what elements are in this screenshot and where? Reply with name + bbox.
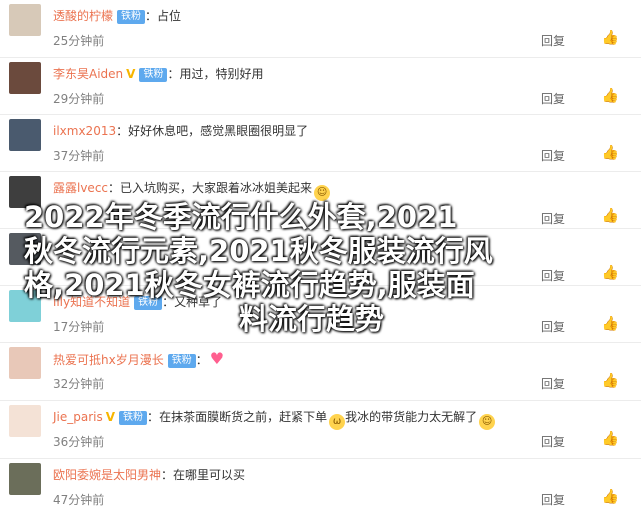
thumbs-up-icon[interactable]: 👍 [602, 489, 619, 505]
comment-row: 热爱可抵hx岁月漫长 铁粉： ♥ 32分钟前 回复 👍 [0, 343, 641, 401]
comment-row: 李东昊Aiden V 铁粉 ：用过，特别好用 29分钟前 回复 👍 [0, 58, 641, 115]
verified-v-icon: V [105, 410, 116, 424]
username[interactable]: lily知道不知道 [53, 295, 130, 309]
fan-badge: 铁粉 [167, 354, 196, 368]
thumbs-up-icon[interactable]: 👍 [602, 316, 619, 332]
username[interactable]: 透酸的柠檬 [53, 9, 113, 23]
comment-text: 好好休息吧，感觉黑眼圈很明显了 [128, 124, 309, 138]
fan-badge: 铁粉 [119, 411, 148, 425]
comment-text: 又种草了 [174, 295, 223, 309]
reply-button[interactable]: 回复 [541, 491, 565, 508]
reply-button[interactable]: 回复 [541, 433, 565, 450]
username[interactable]: 欧阳委婉是太阳男神 [53, 468, 161, 482]
comment-time: 32分钟前 [53, 377, 105, 391]
avatar[interactable] [9, 119, 41, 151]
comment-time: 36分钟前 [53, 435, 105, 449]
avatar[interactable] [9, 405, 41, 437]
comment-time: 37分钟前 [53, 149, 105, 163]
comment-row: Jie_paris V 铁粉 ：在抹茶面膜断货之前，赶紧下单 ω 我冰的带货能力太无解了 ☺… [0, 401, 641, 459]
fan-badge: 铁粉 [134, 296, 163, 310]
username[interactable]: 露露lvecc [53, 181, 108, 195]
avatar[interactable] [9, 290, 41, 322]
comment-text: 在哪里可以买 [173, 468, 246, 482]
comment-text: 占位 [157, 9, 182, 23]
reply-button[interactable]: 回复 [541, 318, 565, 335]
avatar[interactable] [9, 463, 41, 495]
avatar[interactable] [9, 4, 41, 36]
reply-button[interactable]: 回复 [541, 147, 565, 164]
username[interactable]: Jie_paris [53, 410, 103, 424]
comment-row: 露露lvecc：已入坑购买，大家跟着冰冰姐美起来 ☺ 回复 👍 [0, 172, 641, 229]
avatar[interactable] [9, 176, 41, 208]
comment-row: 透酸的柠檬 铁粉 ：占位 25分钟前 回复 👍 [0, 0, 641, 58]
reply-button[interactable]: 回复 [541, 32, 565, 49]
verified-v-icon: V [126, 67, 136, 81]
username[interactable]: 李东昊Aiden [53, 67, 123, 81]
fan-badge: 铁粉 [139, 68, 168, 82]
thumbs-up-icon[interactable]: 👍 [602, 431, 619, 447]
thumbs-up-icon[interactable]: 👍 [602, 145, 619, 161]
comment-time: 17分钟前 [53, 320, 105, 334]
comment-row: ilxmx2013：好好休息吧，感觉黑眼圈很明显了 37分钟前 回复 👍 [0, 115, 641, 172]
comment-row: lily知道不知道 铁粉 ：又种草了 17分钟前 回复 👍 [0, 286, 641, 343]
comment-text: 用过，特别好用 [179, 67, 264, 81]
comment-text-continued: 我冰的带货能力太无解了 [345, 410, 478, 424]
comment-text: 已入坑购买，大家跟着冰冰姐美起来 [120, 181, 313, 195]
username[interactable]: 热爱可抵hx岁月漫长 [53, 353, 164, 367]
comment-row: 回复 👍 [0, 229, 641, 286]
reply-button[interactable]: 回复 [541, 90, 565, 107]
username[interactable]: ilxmx2013 [53, 124, 116, 138]
avatar[interactable] [9, 233, 41, 265]
cat-emoji-icon: ω [329, 414, 346, 430]
comment-text: 在抹茶面膜断货之前，赶紧下单 [159, 410, 328, 424]
reply-button[interactable]: 回复 [541, 267, 565, 284]
reply-button[interactable]: 回复 [541, 210, 565, 227]
thumbs-up-icon[interactable]: 👍 [602, 30, 619, 46]
comment-time: 25分钟前 [53, 34, 105, 48]
thumbs-up-icon[interactable]: 👍 [602, 373, 619, 389]
fan-badge: 铁粉 [117, 10, 146, 24]
smile-emoji-icon: ☺ [479, 414, 496, 430]
comment-time: 47分钟前 [53, 493, 105, 507]
heart-icon: ♥ [209, 349, 225, 368]
avatar[interactable] [9, 62, 41, 94]
thumbs-up-icon[interactable]: 👍 [602, 208, 619, 224]
avatar[interactable] [9, 347, 41, 379]
thumbs-up-icon[interactable]: 👍 [602, 265, 619, 281]
grin-emoji-icon: ☺ [314, 185, 331, 201]
reply-button[interactable]: 回复 [541, 375, 565, 392]
comment-row: 欧阳委婉是太阳男神：在哪里可以买 47分钟前 回复 👍 [0, 459, 641, 517]
thumbs-up-icon[interactable]: 👍 [602, 88, 619, 104]
comment-time: 29分钟前 [53, 92, 105, 106]
